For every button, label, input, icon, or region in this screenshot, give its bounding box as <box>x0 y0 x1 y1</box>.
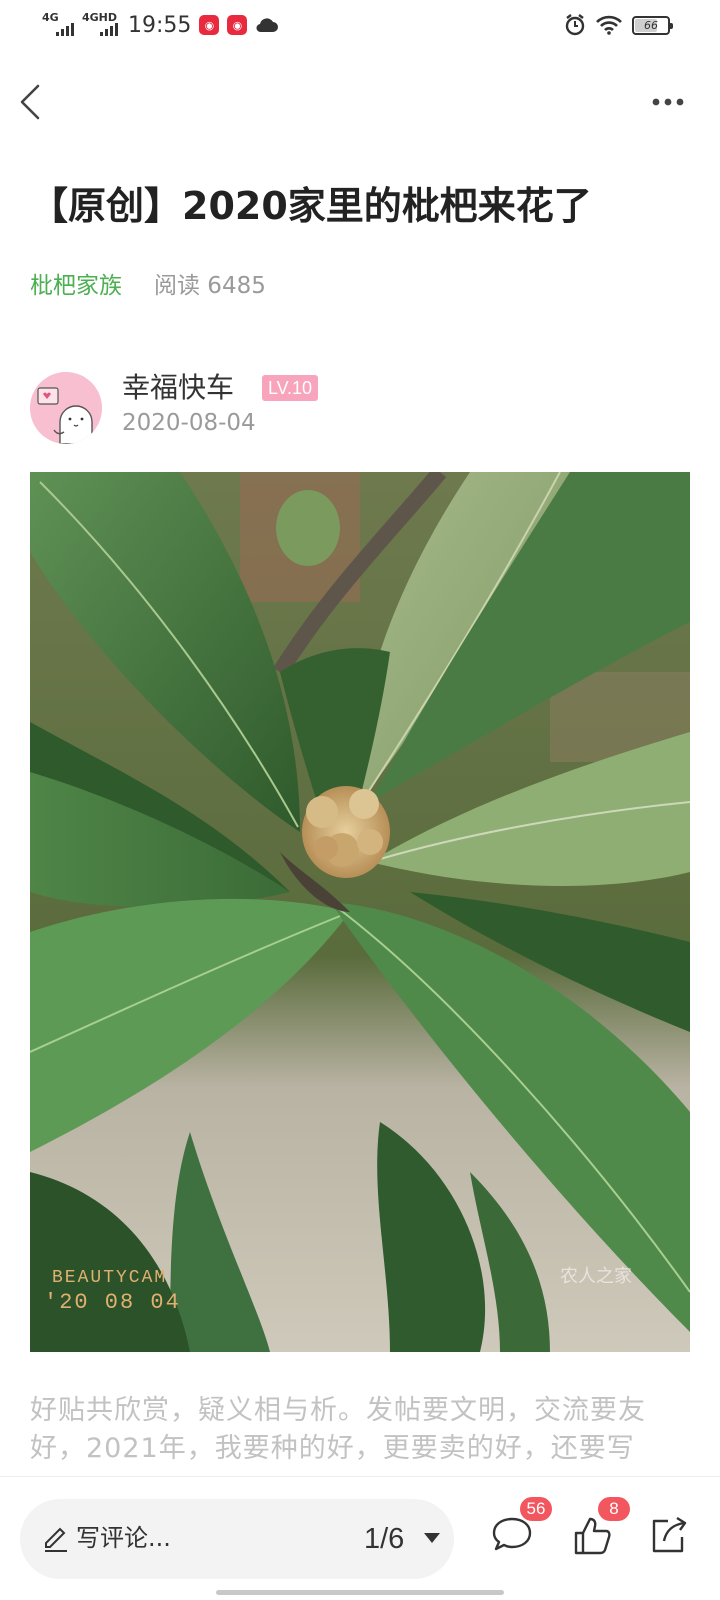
share-icon[interactable] <box>646 1513 690 1557</box>
wifi-icon <box>596 15 622 35</box>
post-date: 2020-08-04 <box>122 410 256 436</box>
weibo-icon: ◉ <box>227 15 248 35</box>
comment-placeholder: 写评论... <box>76 1524 171 1552</box>
more-horizontal-icon[interactable] <box>650 92 690 112</box>
pen-icon <box>45 1527 67 1552</box>
alarm-icon <box>565 14 585 36</box>
cellular-signal-1-icon: 4G <box>42 12 74 38</box>
comment-input[interactable]: 写评论... 1/6 <box>20 1499 454 1579</box>
comments-count-badge: 56 <box>520 1497 552 1521</box>
post-photo[interactable]: BEAUTYCAM '20 08 04 农人之家 <box>30 472 690 1352</box>
avatar[interactable] <box>30 372 102 444</box>
page-indicator[interactable]: 1/6 <box>364 1519 404 1559</box>
level-badge: LV.10 <box>262 375 319 401</box>
post-title: 【原创】2020家里的枇杷来花了 <box>30 184 592 228</box>
cloud-icon <box>256 18 279 33</box>
bottom-action-bar: 写评论... 1/6 56 8 <box>0 1476 720 1600</box>
battery-level: 66 <box>644 18 658 32</box>
battery-icon: 66 <box>632 15 673 35</box>
author-name[interactable]: 幸福快车 <box>122 370 234 406</box>
status-time: 19:55 <box>128 12 192 38</box>
likes-count-badge: 8 <box>598 1497 630 1521</box>
status-bar: 4G 4GHD 19:55 ◉ ◉ 66 <box>0 0 720 56</box>
weibo-icon: ◉ <box>199 15 220 35</box>
post-meta: 枇杷家族 阅读 6485 <box>30 270 266 302</box>
photo-stamp-brand: BEAUTYCAM <box>52 1268 167 1288</box>
cellular-signal-2-icon: 4GHD <box>82 12 118 38</box>
home-indicator[interactable] <box>216 1590 504 1595</box>
chevron-left-icon[interactable] <box>14 80 54 124</box>
status-left: 4G 4GHD 19:55 ◉ ◉ <box>42 12 279 38</box>
caret-down-icon[interactable] <box>424 1533 440 1543</box>
forum-link[interactable]: 枇杷家族 <box>30 270 122 302</box>
photo-watermark: 农人之家 <box>560 1266 632 1287</box>
status-right: 66 <box>564 14 673 36</box>
post-detail-screen: 4G 4GHD 19:55 ◉ ◉ 66 【原创】2020家里的枇杷来花了 枇杷… <box>0 0 720 1600</box>
post-body: 好贴共欣赏，疑义相与析。发帖要文明，交流要友好，2021年，我要种的好，更要卖的… <box>30 1395 646 1464</box>
photo-stamp-date: '20 08 04 <box>44 1290 181 1315</box>
read-count: 阅读 6485 <box>154 273 266 299</box>
